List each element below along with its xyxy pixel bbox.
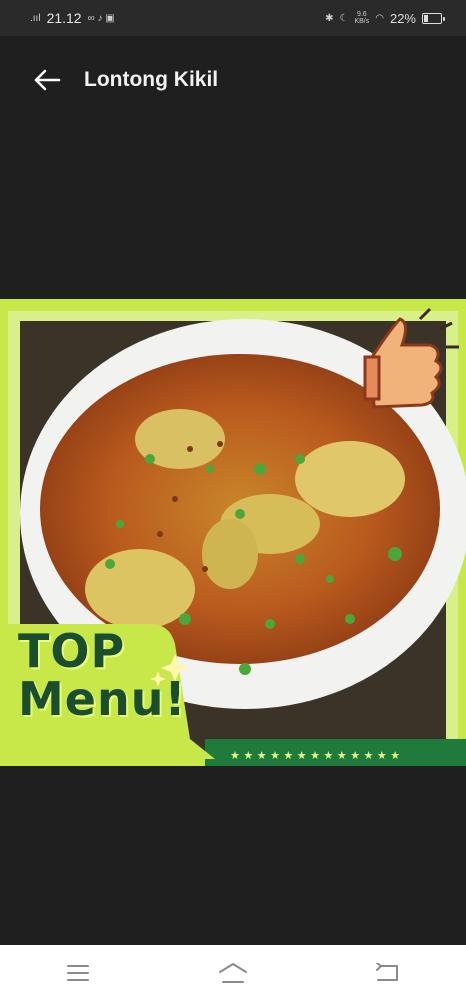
status-time: 21.12 [46, 10, 82, 26]
top-menu-badge: TOP Menu! [18, 628, 186, 724]
app-bar: Lontong Kikil [0, 36, 466, 124]
badge-line-menu: Menu! [18, 672, 187, 726]
status-left: .ııl 21.12 ∞ ♪ ▣ [30, 10, 115, 26]
network-speed: 9.6 KB/s [354, 11, 370, 25]
notification-icons: ∞ ♪ ▣ [87, 12, 115, 24]
back-arrow-icon[interactable] [30, 63, 64, 97]
bluetooth-icon: ✱ [325, 12, 334, 24]
navigation-bar [0, 945, 466, 1000]
moon-icon: ☾ [339, 12, 349, 24]
home-icon[interactable] [213, 953, 253, 993]
battery-icon [422, 12, 445, 24]
battery-percent: 22% [389, 10, 416, 26]
back-icon[interactable] [368, 953, 408, 993]
badge-line-top: TOP [18, 624, 126, 678]
status-bar: .ııl 21.12 ∞ ♪ ▣ ✱ ☾ 9.6 KB/s ◠ 22% [0, 0, 466, 36]
signal-dots-icon: .ııl [30, 12, 41, 24]
svg-text:★ ★ ★ ★ ★ ★ ★ ★ ★ ★ ★ ★ ★: ★ ★ ★ ★ ★ ★ ★ ★ ★ ★ ★ ★ ★ [230, 749, 400, 762]
page-title: Lontong Kikil [84, 68, 219, 91]
menu-icon[interactable] [58, 953, 98, 993]
status-right: ✱ ☾ 9.6 KB/s ◠ 22% [325, 10, 445, 26]
wifi-icon: ◠ [375, 12, 384, 24]
